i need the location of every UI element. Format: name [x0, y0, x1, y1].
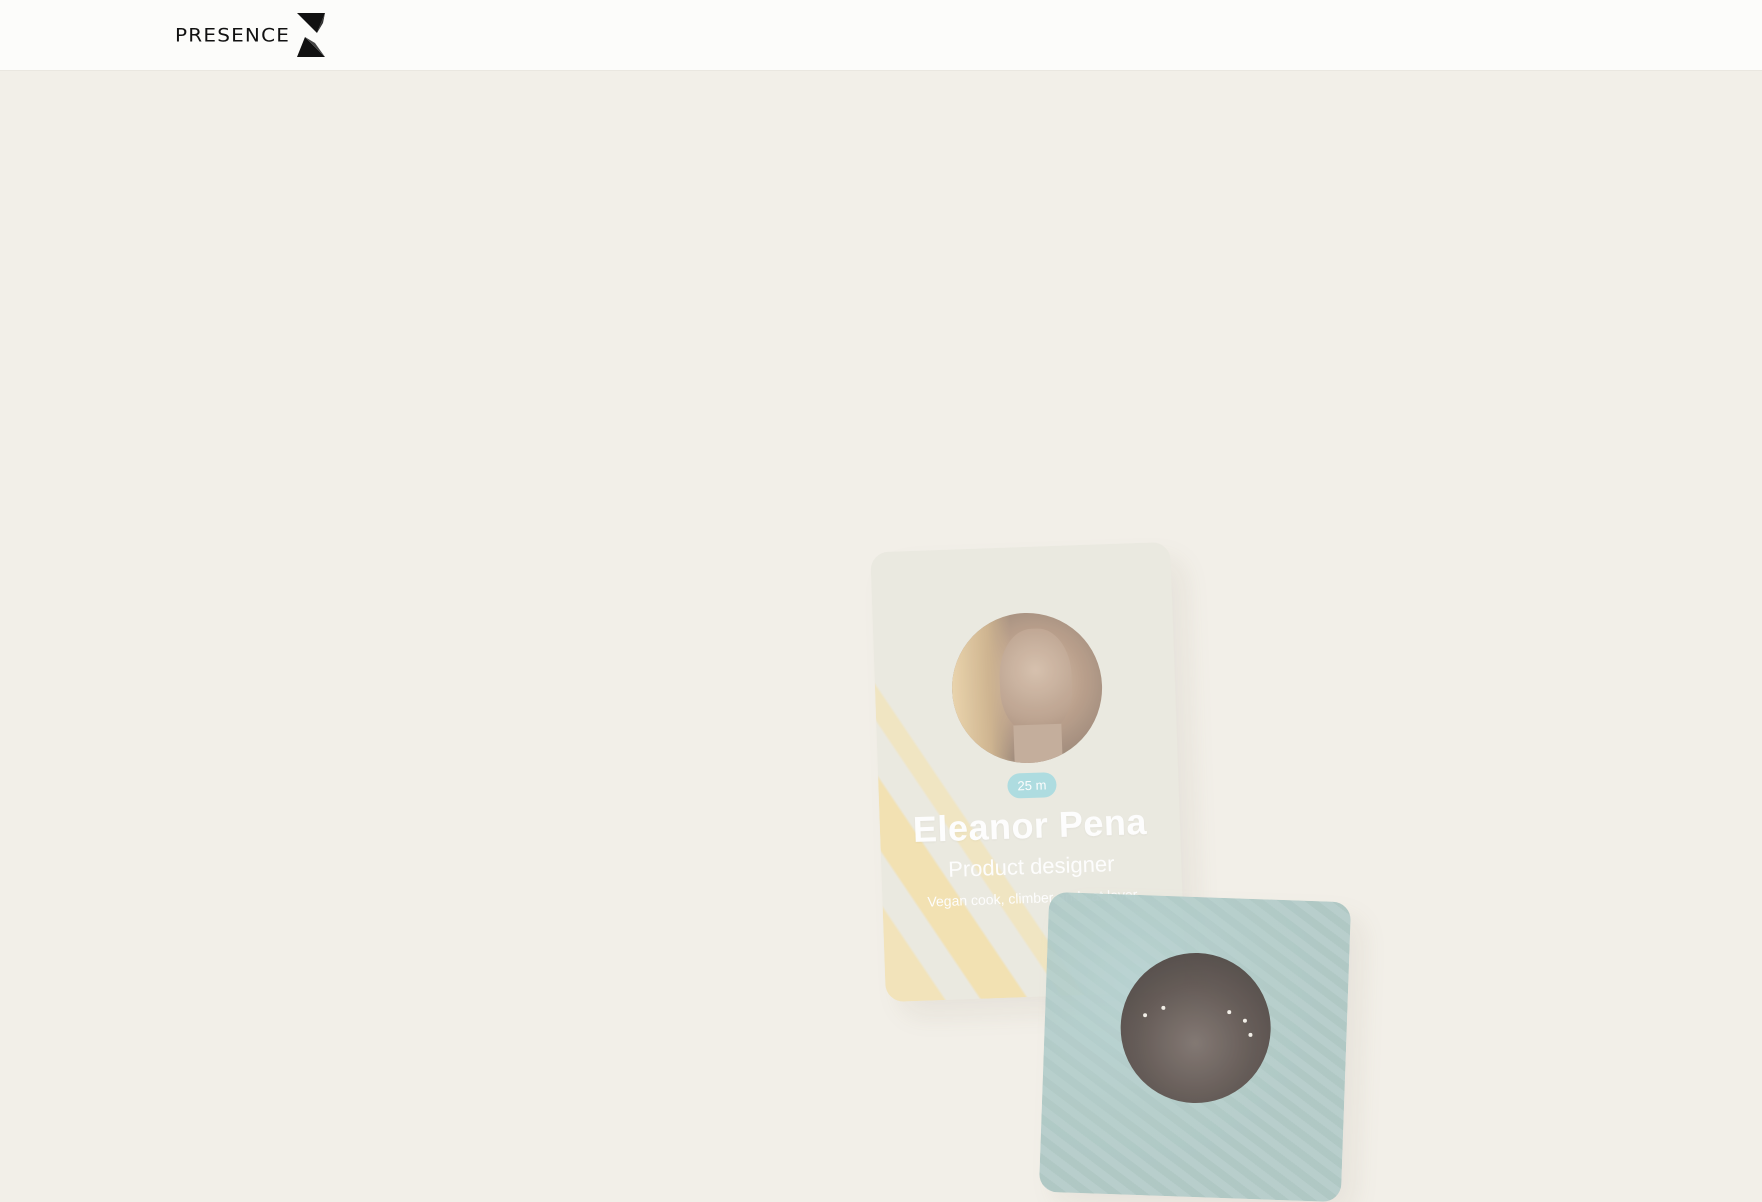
top-navigation-bar: PRESENCE — [0, 0, 1762, 70]
profile-role: Product designer — [947, 851, 1115, 882]
profile-avatar-photo — [1118, 950, 1274, 1106]
presence-hourglass-icon — [297, 13, 326, 57]
profile-card-secondary[interactable] — [1038, 891, 1352, 1202]
profile-name: Eleanor Pena — [912, 800, 1148, 851]
profile-avatar-photo — [949, 610, 1105, 766]
logo-text: PRESENCE — [175, 23, 291, 47]
distance-badge: 25 m — [1007, 772, 1057, 799]
presence-logo-link[interactable]: PRESENCE — [175, 13, 326, 57]
